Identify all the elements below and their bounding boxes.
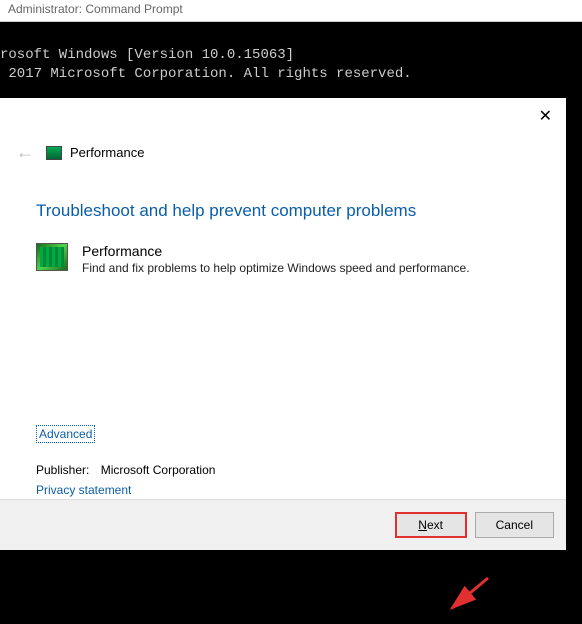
close-icon[interactable]: ✕: [539, 106, 552, 126]
back-arrow-icon: ←: [12, 142, 38, 163]
dialog-content: Troubleshoot and help prevent computer p…: [0, 163, 566, 499]
item-title: Performance: [82, 243, 470, 259]
dialog-header: ← Performance: [0, 98, 566, 163]
cmd-title-bar: Administrator: Command Prompt: [0, 0, 582, 22]
privacy-statement-link[interactable]: Privacy statement: [36, 483, 131, 497]
next-button[interactable]: Next: [395, 512, 467, 538]
cmd-title-text: Administrator: Command Prompt: [8, 2, 183, 16]
main-heading: Troubleshoot and help prevent computer p…: [36, 201, 530, 221]
cmd-version-line: rosoft Windows [Version 10.0.15063]: [0, 47, 294, 63]
publisher-name: Microsoft Corporation: [101, 463, 216, 477]
advanced-link[interactable]: Advanced: [36, 425, 95, 443]
troubleshooter-item: Performance Find and fix problems to hel…: [36, 243, 530, 275]
performance-header-icon: [46, 146, 62, 160]
item-description: Find and fix problems to help optimize W…: [82, 261, 470, 275]
troubleshooter-dialog: ✕ ← Performance Troubleshoot and help pr…: [0, 98, 566, 540]
publisher-label: Publisher:: [36, 463, 89, 477]
annotation-arrow-icon: [446, 574, 496, 624]
item-text: Performance Find and fix problems to hel…: [82, 243, 470, 275]
cancel-button[interactable]: Cancel: [475, 512, 554, 538]
performance-item-icon: [36, 243, 68, 271]
dialog-header-title: Performance: [70, 145, 144, 160]
publisher-row: Publisher: Microsoft Corporation: [36, 463, 530, 477]
cmd-copyright-line: 2017 Microsoft Corporation. All rights r…: [0, 66, 412, 82]
dialog-footer: Next Cancel: [0, 499, 566, 550]
